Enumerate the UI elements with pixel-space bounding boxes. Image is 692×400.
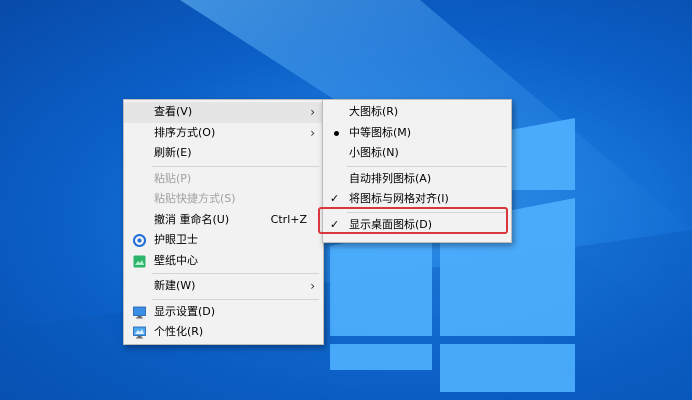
chevron-right-icon: › [310,125,315,140]
menu-item-display-settings[interactable]: 显示设置(D) [124,302,323,323]
display-settings-icon [133,306,146,318]
checkmark-icon: ✓ [330,192,340,205]
chevron-right-icon: › [310,105,315,119]
menu-item-sort-by[interactable]: 排序方式(O) › [124,123,323,144]
menu-separator [347,165,507,167]
submenu-item-align-to-grid[interactable]: ✓ 将图标与网格对齐(I) [323,189,511,210]
wallpaper-center-icon [133,255,146,267]
menu-item-label: 壁纸中心 [154,253,198,267]
menu-separator [347,211,507,213]
menu-item-label: 中等图标(M) [349,125,412,139]
menu-item-shortcut: Ctrl+Z [270,212,307,226]
menu-separator [152,298,319,300]
menu-item-label: 撤消 重命名(U) [154,212,230,226]
menu-item-label: 大图标(R) [349,105,399,118]
submenu-item-medium-icons[interactable]: 中等图标(M) [323,123,511,144]
chevron-right-icon: › [310,279,315,293]
menu-item-eye-guard[interactable]: 护眼卫士 [124,230,323,251]
menu-item-undo-rename[interactable]: 撤消 重命名(U) Ctrl+Z [124,210,323,231]
menu-item-label: 查看(V) [154,105,193,118]
menu-item-label: 粘贴快捷方式(S) [154,192,236,205]
menu-item-new[interactable]: 新建(W) › [124,276,323,297]
personalize-icon [133,326,146,339]
desktop-context-menu: 查看(V) › 排序方式(O) › 刷新(E) 粘贴(P) 粘贴快捷方式(S) … [123,99,324,345]
menu-separator [152,165,319,167]
menu-item-label: 排序方式(O) [154,125,216,139]
radio-dot-icon [334,130,339,136]
submenu-item-large-icons[interactable]: 大图标(R) [323,102,511,123]
menu-item-paste-shortcut: 粘贴快捷方式(S) [124,189,323,210]
menu-item-label: 显示桌面图标(D) [349,217,433,231]
menu-item-personalize[interactable]: 个性化(R) [124,322,323,343]
menu-item-view[interactable]: 查看(V) › [124,102,323,123]
menu-item-label: 小图标(N) [349,146,399,159]
submenu-item-show-desktop-icons[interactable]: ✓ 显示桌面图标(D) [323,215,511,236]
checkmark-icon: ✓ [330,217,340,231]
menu-item-label: 将图标与网格对齐(I) [349,192,449,205]
menu-item-label: 新建(W) [154,279,196,292]
eye-guard-icon [133,234,146,247]
menu-separator [152,273,319,274]
menu-item-label: 刷新(E) [154,146,192,159]
menu-item-label: 自动排列图标(A) [349,171,432,185]
view-submenu: 大图标(R) 中等图标(M) 小图标(N) 自动排列图标(A) ✓ 将图标与网格… [322,99,512,243]
menu-item-paste: 粘贴(P) [124,169,323,190]
menu-item-label: 粘贴(P) [154,171,192,185]
menu-item-refresh[interactable]: 刷新(E) [124,143,323,164]
submenu-item-auto-arrange[interactable]: 自动排列图标(A) [323,169,511,190]
menu-item-wallpaper-center[interactable]: 壁纸中心 [124,251,323,272]
submenu-item-small-icons[interactable]: 小图标(N) [323,143,511,164]
menu-item-label: 护眼卫士 [154,233,198,246]
menu-item-label: 显示设置(D) [154,304,216,318]
menu-item-label: 个性化(R) [154,325,204,338]
